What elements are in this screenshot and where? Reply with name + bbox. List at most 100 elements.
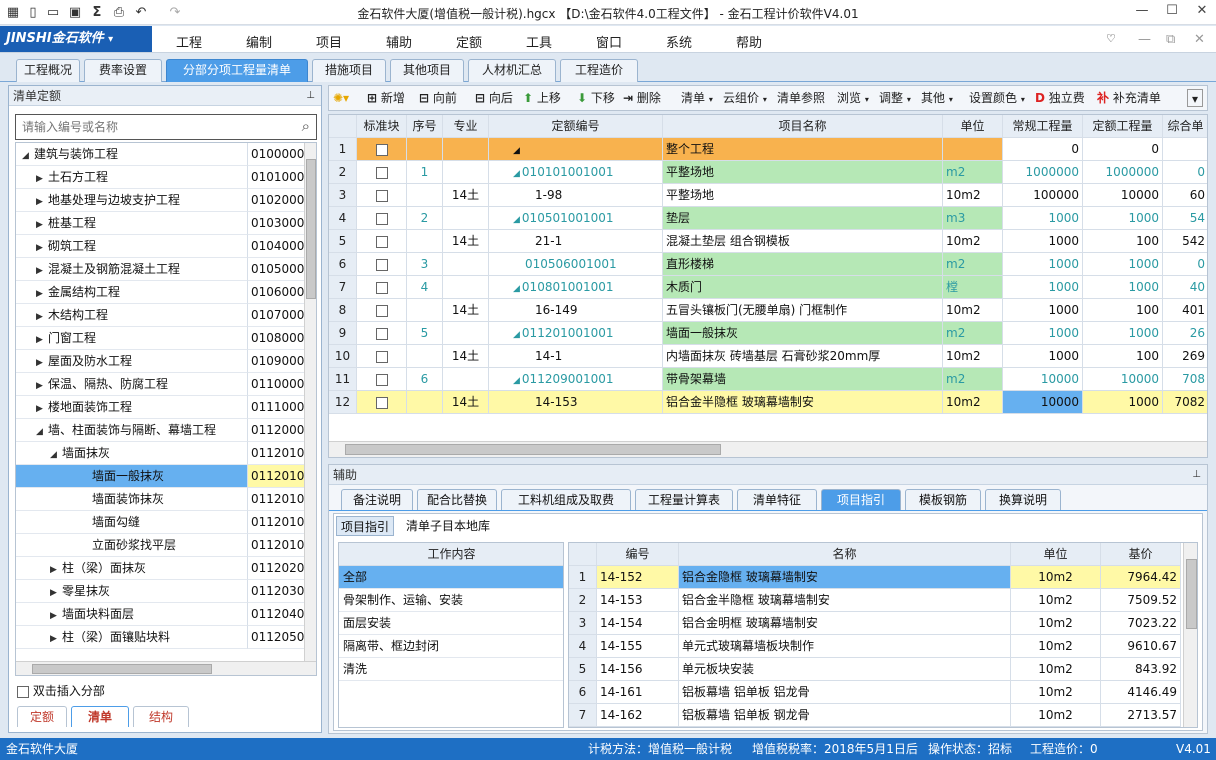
standard-block-cell[interactable] bbox=[357, 184, 407, 207]
expanded-arrow-icon[interactable]: ◢ bbox=[513, 284, 520, 294]
cell-q2[interactable]: 1000 bbox=[1083, 253, 1163, 276]
guide-cell-unit[interactable]: 10m2 bbox=[1011, 589, 1101, 612]
cell-price[interactable]: 708 bbox=[1163, 368, 1207, 391]
standard-block-checkbox[interactable] bbox=[375, 235, 388, 248]
cell-spec[interactable]: 14土 bbox=[443, 345, 489, 368]
tree-node[interactable]: ▶ 混凝土及钢筋混凝土工程 0105000 bbox=[16, 258, 316, 281]
app-logo[interactable]: JINSHI金石软件 ▾ bbox=[0, 26, 152, 52]
guide-col-code[interactable]: 编号 bbox=[597, 543, 679, 566]
guide-cell-n[interactable]: 3 bbox=[569, 612, 597, 635]
cell-spec[interactable]: 14土 bbox=[443, 299, 489, 322]
standard-block-checkbox[interactable] bbox=[375, 166, 388, 179]
cell-unit[interactable]: m2 bbox=[943, 322, 1003, 345]
cell-code[interactable]: 14-1 bbox=[489, 345, 663, 368]
guide-cell-price[interactable]: 2713.57 bbox=[1101, 704, 1181, 727]
guide-cell-unit[interactable]: 10m2 bbox=[1011, 612, 1101, 635]
guide-col-unit[interactable]: 单位 bbox=[1011, 543, 1101, 566]
cell-code[interactable]: ◢ bbox=[489, 138, 663, 161]
tree-node[interactable]: ▶ 柱（梁）面镶贴块料 0112050 bbox=[16, 626, 316, 649]
guide-cell-price[interactable]: 7023.22 bbox=[1101, 612, 1181, 635]
guide-row[interactable]: 3 14-154 铝合金明框 玻璃幕墙制安 10m2 7023.22 bbox=[569, 612, 1183, 635]
guide-cell-code[interactable]: 14-155 bbox=[597, 635, 679, 658]
guide-row[interactable]: 6 14-161 铝板幕墙 铝单板 铝龙骨 10m2 4146.49 bbox=[569, 681, 1183, 704]
guide-cell-name[interactable]: 铝合金隐框 玻璃幕墙制安 bbox=[679, 566, 1011, 589]
cell-spec[interactable]: 14土 bbox=[443, 184, 489, 207]
tree-hscroll-thumb[interactable] bbox=[32, 664, 212, 674]
doc-restore-icon[interactable]: ⧉ bbox=[1166, 32, 1175, 47]
collapsed-arrow-icon[interactable]: ▶ bbox=[36, 214, 48, 234]
cell-q1[interactable]: 1000 bbox=[1003, 322, 1083, 345]
cell-spec[interactable] bbox=[443, 161, 489, 184]
cell-code[interactable]: ◢ 011201001001 bbox=[489, 322, 663, 345]
cell-unit[interactable]: 樘 bbox=[943, 276, 1003, 299]
lightbulb-icon[interactable]: ✺▾ bbox=[333, 86, 349, 110]
cell-name[interactable]: 墙面一般抹灰 bbox=[663, 322, 943, 345]
cell-n[interactable]: 12 bbox=[329, 391, 357, 414]
tree-node[interactable]: ▶ 砌筑工程 0104000 bbox=[16, 235, 316, 258]
col-specialty[interactable]: 专业 bbox=[443, 115, 489, 138]
cell-code[interactable]: ◢ 011209001001 bbox=[489, 368, 663, 391]
cell-seq[interactable] bbox=[407, 230, 443, 253]
tree-node[interactable]: ▶ 屋面及防水工程 0109000 bbox=[16, 350, 316, 373]
col-unit-price[interactable]: 综合单 bbox=[1163, 115, 1207, 138]
cell-q2[interactable]: 100 bbox=[1083, 345, 1163, 368]
cell-unit[interactable]: m2 bbox=[943, 161, 1003, 184]
tree-node[interactable]: ▶ 门窗工程 0108000 bbox=[16, 327, 316, 350]
tree-vscroll-thumb[interactable] bbox=[306, 159, 316, 299]
aux-tab-guide[interactable]: 项目指引 bbox=[821, 489, 901, 510]
expanded-arrow-icon[interactable]: ◢ bbox=[36, 421, 48, 441]
cell-q2[interactable]: 1000 bbox=[1083, 207, 1163, 230]
cell-price[interactable]: 269 bbox=[1163, 345, 1207, 368]
bill-dropdown[interactable]: 清单 ▾ bbox=[681, 86, 713, 110]
cell-name[interactable]: 带骨架幕墙 bbox=[663, 368, 943, 391]
guide-cell-code[interactable]: 14-154 bbox=[597, 612, 679, 635]
tree-node[interactable]: ▶ 墙面块料面层 0112040 bbox=[16, 603, 316, 626]
standard-block-checkbox[interactable] bbox=[375, 212, 388, 225]
insert-section-checkbox[interactable] bbox=[17, 685, 29, 698]
table-row[interactable]: 3 14土 1-98 平整场地 10m2 100000 10000 60 bbox=[329, 184, 1207, 207]
cell-unit[interactable]: m2 bbox=[943, 368, 1003, 391]
tab-bill-of-quantities[interactable]: 分部分项工程量清单 bbox=[166, 59, 308, 82]
cell-n[interactable]: 1 bbox=[329, 138, 357, 161]
search-icon[interactable]: ⌕ bbox=[302, 117, 310, 135]
aux-tab-quantity-calc[interactable]: 工程量计算表 bbox=[635, 489, 733, 510]
collapsed-arrow-icon[interactable]: ▶ bbox=[50, 605, 62, 625]
left-tab-bill[interactable]: 清单 bbox=[71, 706, 129, 727]
aux-tab-mix[interactable]: 配合比替换 bbox=[417, 489, 497, 510]
cell-spec[interactable] bbox=[443, 276, 489, 299]
guide-cell-name[interactable]: 铝合金半隐框 玻璃幕墙制安 bbox=[679, 589, 1011, 612]
supplement-bill-button[interactable]: 补 补充清单 bbox=[1097, 86, 1161, 110]
tab-cost[interactable]: 工程造价 bbox=[560, 59, 638, 82]
cell-code[interactable]: 14-153 bbox=[489, 391, 663, 414]
tree-node[interactable]: ▶ 柱（梁）面抹灰 0112020 bbox=[16, 557, 316, 580]
cell-unit[interactable]: 10m2 bbox=[943, 391, 1003, 414]
standard-block-checkbox[interactable] bbox=[375, 143, 388, 156]
standard-block-cell[interactable] bbox=[357, 230, 407, 253]
guide-row[interactable]: 2 14-153 铝合金半隐框 玻璃幕墙制安 10m2 7509.52 bbox=[569, 589, 1183, 612]
guide-cell-price[interactable]: 4146.49 bbox=[1101, 681, 1181, 704]
collapsed-arrow-icon[interactable]: ▶ bbox=[36, 398, 48, 418]
table-row[interactable]: 10 14土 14-1 内墙面抹灰 砖墙基层 石膏砂浆20mm厚 10m2 1000 100… bbox=[329, 345, 1207, 368]
expanded-arrow-icon[interactable]: ◢ bbox=[50, 444, 62, 464]
cell-code[interactable]: 010506001001 bbox=[489, 253, 663, 276]
cell-q2[interactable]: 1000 bbox=[1083, 276, 1163, 299]
cell-n[interactable]: 11 bbox=[329, 368, 357, 391]
tree-node[interactable]: 墙面一般抹灰 0112010 bbox=[16, 465, 316, 488]
collapsed-arrow-icon[interactable]: ▶ bbox=[50, 628, 62, 648]
cell-n[interactable]: 4 bbox=[329, 207, 357, 230]
cell-spec[interactable] bbox=[443, 207, 489, 230]
cell-seq[interactable]: 3 bbox=[407, 253, 443, 276]
cell-name[interactable]: 直形楼梯 bbox=[663, 253, 943, 276]
guide-row[interactable]: 1 14-152 铝合金隐框 玻璃幕墙制安 10m2 7964.42 bbox=[569, 566, 1183, 589]
menu-assist[interactable]: 辅助 bbox=[386, 32, 412, 51]
cell-q2[interactable]: 100 bbox=[1083, 299, 1163, 322]
cell-n[interactable]: 10 bbox=[329, 345, 357, 368]
cell-price[interactable]: 54 bbox=[1163, 207, 1207, 230]
tab-measures[interactable]: 措施项目 bbox=[312, 59, 386, 82]
guide-cell-n[interactable]: 4 bbox=[569, 635, 597, 658]
cell-q2[interactable]: 100 bbox=[1083, 230, 1163, 253]
collapsed-arrow-icon[interactable]: ▶ bbox=[36, 352, 48, 372]
cell-unit[interactable]: m2 bbox=[943, 253, 1003, 276]
expanded-arrow-icon[interactable]: ◢ bbox=[513, 215, 520, 225]
guide-row[interactable]: 5 14-156 单元板块安装 10m2 843.92 bbox=[569, 658, 1183, 681]
